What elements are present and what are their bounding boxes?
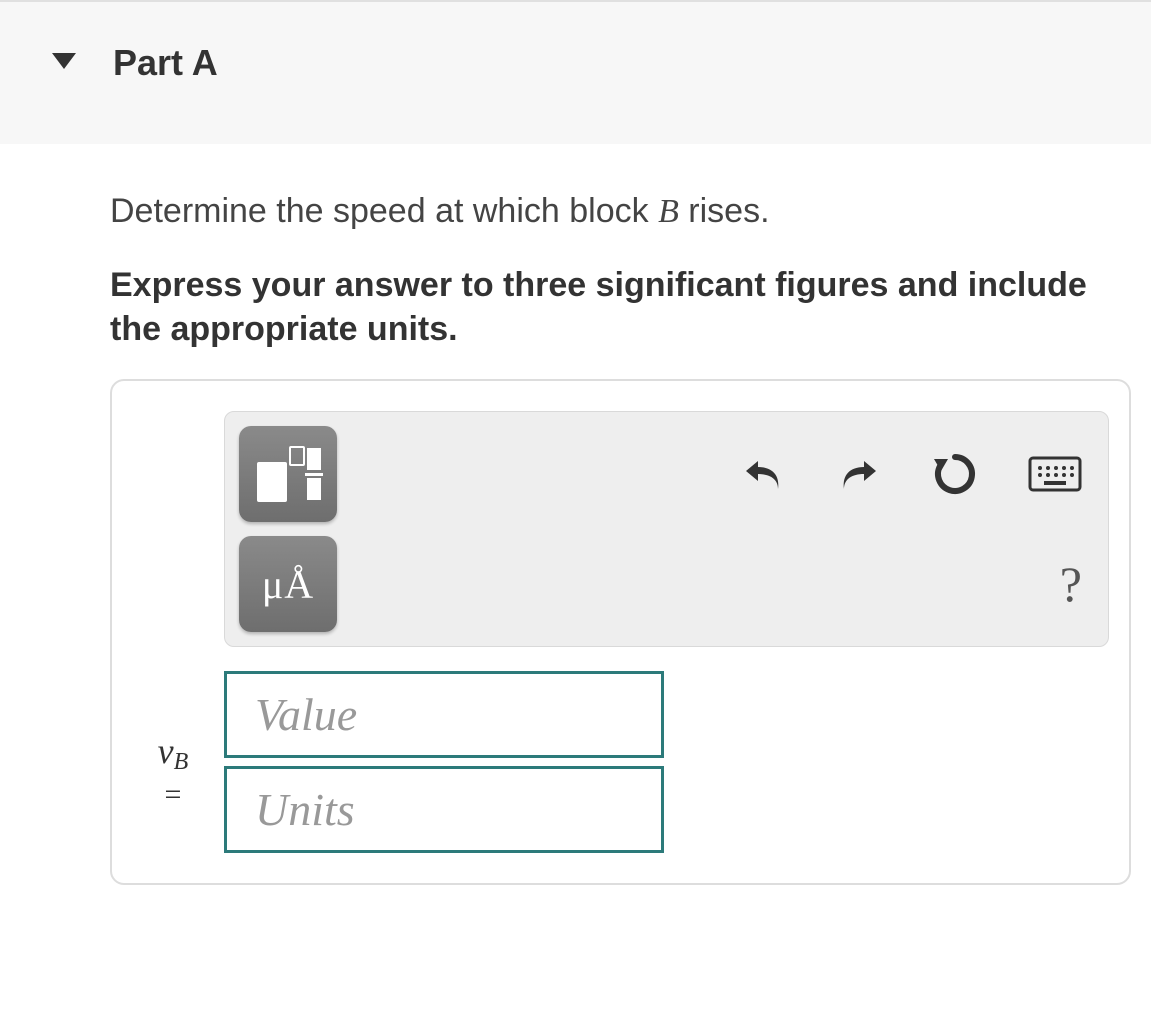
reset-button[interactable] xyxy=(928,447,982,501)
units-input[interactable] xyxy=(224,766,664,853)
prompt-variable: B xyxy=(658,193,679,230)
variable-label: vB = xyxy=(134,730,212,853)
prompt-prefix: Determine the speed at which block xyxy=(110,192,658,230)
keyboard-icon xyxy=(1028,456,1082,492)
part-body: Determine the speed at which block B ris… xyxy=(0,144,1151,915)
equation-toolbar: μÅ ? xyxy=(224,411,1109,647)
help-icon: ? xyxy=(1060,555,1082,613)
keyboard-button[interactable] xyxy=(1024,452,1086,496)
variable-v: v xyxy=(158,731,174,771)
undo-icon xyxy=(740,453,786,495)
part-header[interactable]: Part A xyxy=(0,0,1151,144)
collapse-icon xyxy=(50,51,78,76)
part-title: Part A xyxy=(113,42,218,84)
redo-icon xyxy=(836,453,882,495)
value-input[interactable] xyxy=(224,671,664,758)
undo-button[interactable] xyxy=(736,449,790,499)
prompt-suffix: rises. xyxy=(679,192,770,230)
templates-icon xyxy=(255,446,321,502)
help-button[interactable]: ? xyxy=(1056,551,1086,617)
equals-sign: = xyxy=(134,777,212,813)
instructions-text: Express your answer to three significant… xyxy=(110,263,1131,351)
redo-button[interactable] xyxy=(832,449,886,499)
reset-icon xyxy=(932,451,978,497)
special-chars-label: μÅ xyxy=(262,561,314,608)
variable-sub: B xyxy=(174,749,189,775)
prompt-text: Determine the speed at which block B ris… xyxy=(110,189,1131,235)
answer-panel: vB = xyxy=(110,379,1131,885)
special-chars-button[interactable]: μÅ xyxy=(239,536,337,632)
templates-button[interactable] xyxy=(239,426,337,522)
